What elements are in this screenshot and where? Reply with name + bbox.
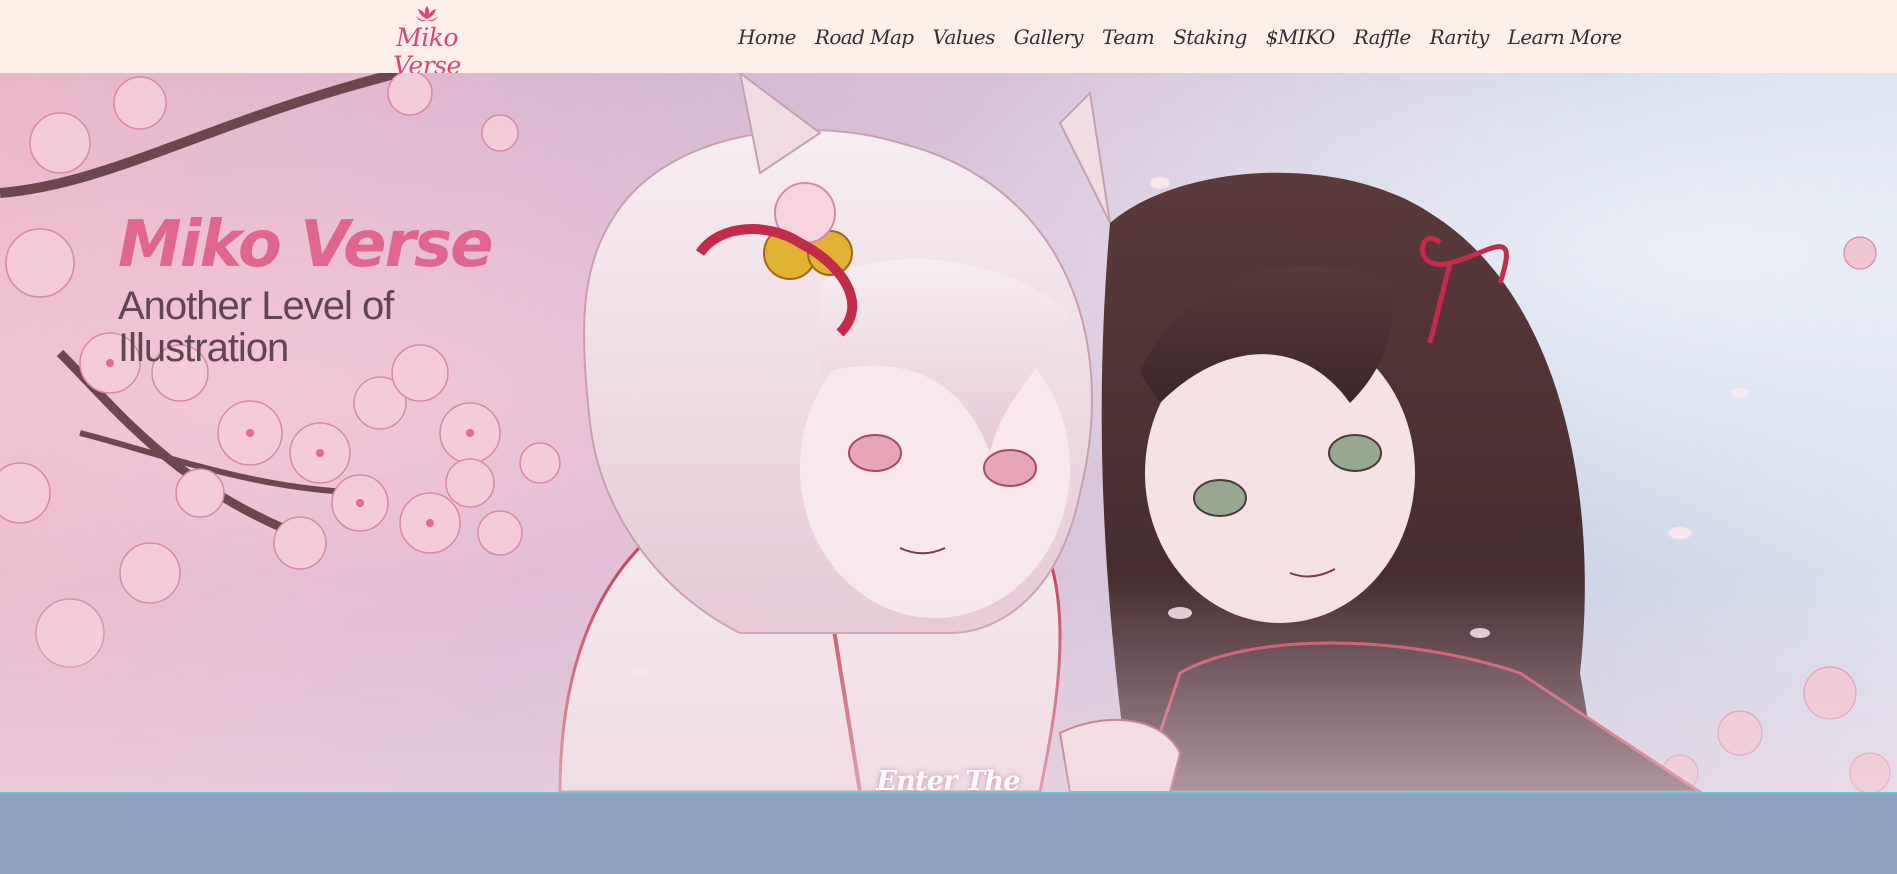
nav-item-team[interactable]: Team <box>1102 25 1155 49</box>
hero-section: Miko Verse Another Level of Illustration… <box>0 73 1897 792</box>
lotus-icon <box>416 6 438 22</box>
nav-item-home[interactable]: Home <box>738 25 796 49</box>
hero-title: Miko Verse <box>118 208 493 282</box>
nav-item-road-map[interactable]: Road Map <box>815 25 914 49</box>
nav-item-values[interactable]: Values <box>932 25 995 49</box>
site-header: Miko Verse Home Road Map Values Gallery … <box>0 0 1897 80</box>
nav-item-rarity[interactable]: Rarity <box>1430 25 1490 49</box>
nav-item-raffle[interactable]: Raffle <box>1354 25 1411 49</box>
hero-subtitle: Another Level of Illustration <box>118 284 394 370</box>
hero-illustration <box>0 73 1897 792</box>
nav-item-gallery[interactable]: Gallery <box>1014 25 1084 49</box>
logo-text: Miko Verse <box>393 23 461 80</box>
next-section-band <box>0 794 1897 874</box>
main-nav: Home Road Map Values Gallery Team Stakin… <box>738 0 1622 73</box>
logo-link[interactable]: Miko Verse <box>375 4 479 80</box>
nav-item-learn-more[interactable]: Learn More <box>1508 25 1622 49</box>
nav-item-staking[interactable]: Staking <box>1173 25 1247 49</box>
page: Miko Verse Home Road Map Values Gallery … <box>0 0 1897 874</box>
enter-mikoverse-button[interactable]: Enter The MikoVerse <box>810 756 1086 792</box>
nav-item-miko-token[interactable]: $MIKO <box>1266 25 1336 49</box>
